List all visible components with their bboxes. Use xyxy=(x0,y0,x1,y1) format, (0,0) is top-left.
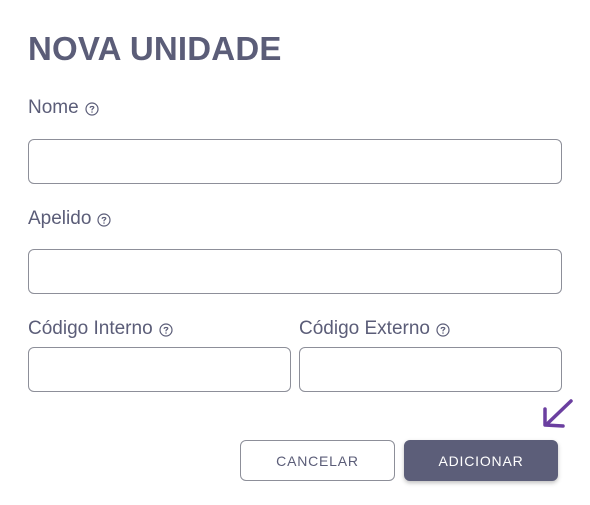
dialog-title: NOVA UNIDADE xyxy=(28,30,282,67)
apelido-label-text: Apelido xyxy=(28,208,92,229)
help-circle-icon[interactable] xyxy=(97,212,111,227)
codigo-externo-input[interactable] xyxy=(299,347,562,392)
help-circle-icon[interactable] xyxy=(85,101,99,116)
apelido-label: Apelido xyxy=(28,208,111,230)
new-unit-dialog: NOVA UNIDADE Nome Apelido Código Interno… xyxy=(0,0,590,505)
codigo-externo-label: Código Externo xyxy=(299,318,450,340)
cancel-button[interactable]: CANCELAR xyxy=(240,440,395,481)
nome-label: Nome xyxy=(28,97,99,119)
help-circle-icon[interactable] xyxy=(436,322,450,337)
nome-label-text: Nome xyxy=(28,97,79,118)
codigo-interno-label: Código Interno xyxy=(28,318,173,340)
codigo-externo-label-text: Código Externo xyxy=(299,318,430,339)
codigo-interno-input[interactable] xyxy=(28,347,291,392)
codigo-interno-label-text: Código Interno xyxy=(28,318,153,339)
nome-input[interactable] xyxy=(28,139,562,184)
purple-arrow-icon xyxy=(543,399,573,428)
apelido-input[interactable] xyxy=(28,249,562,294)
add-button[interactable]: ADICIONAR xyxy=(404,440,558,481)
help-circle-icon[interactable] xyxy=(159,322,173,337)
